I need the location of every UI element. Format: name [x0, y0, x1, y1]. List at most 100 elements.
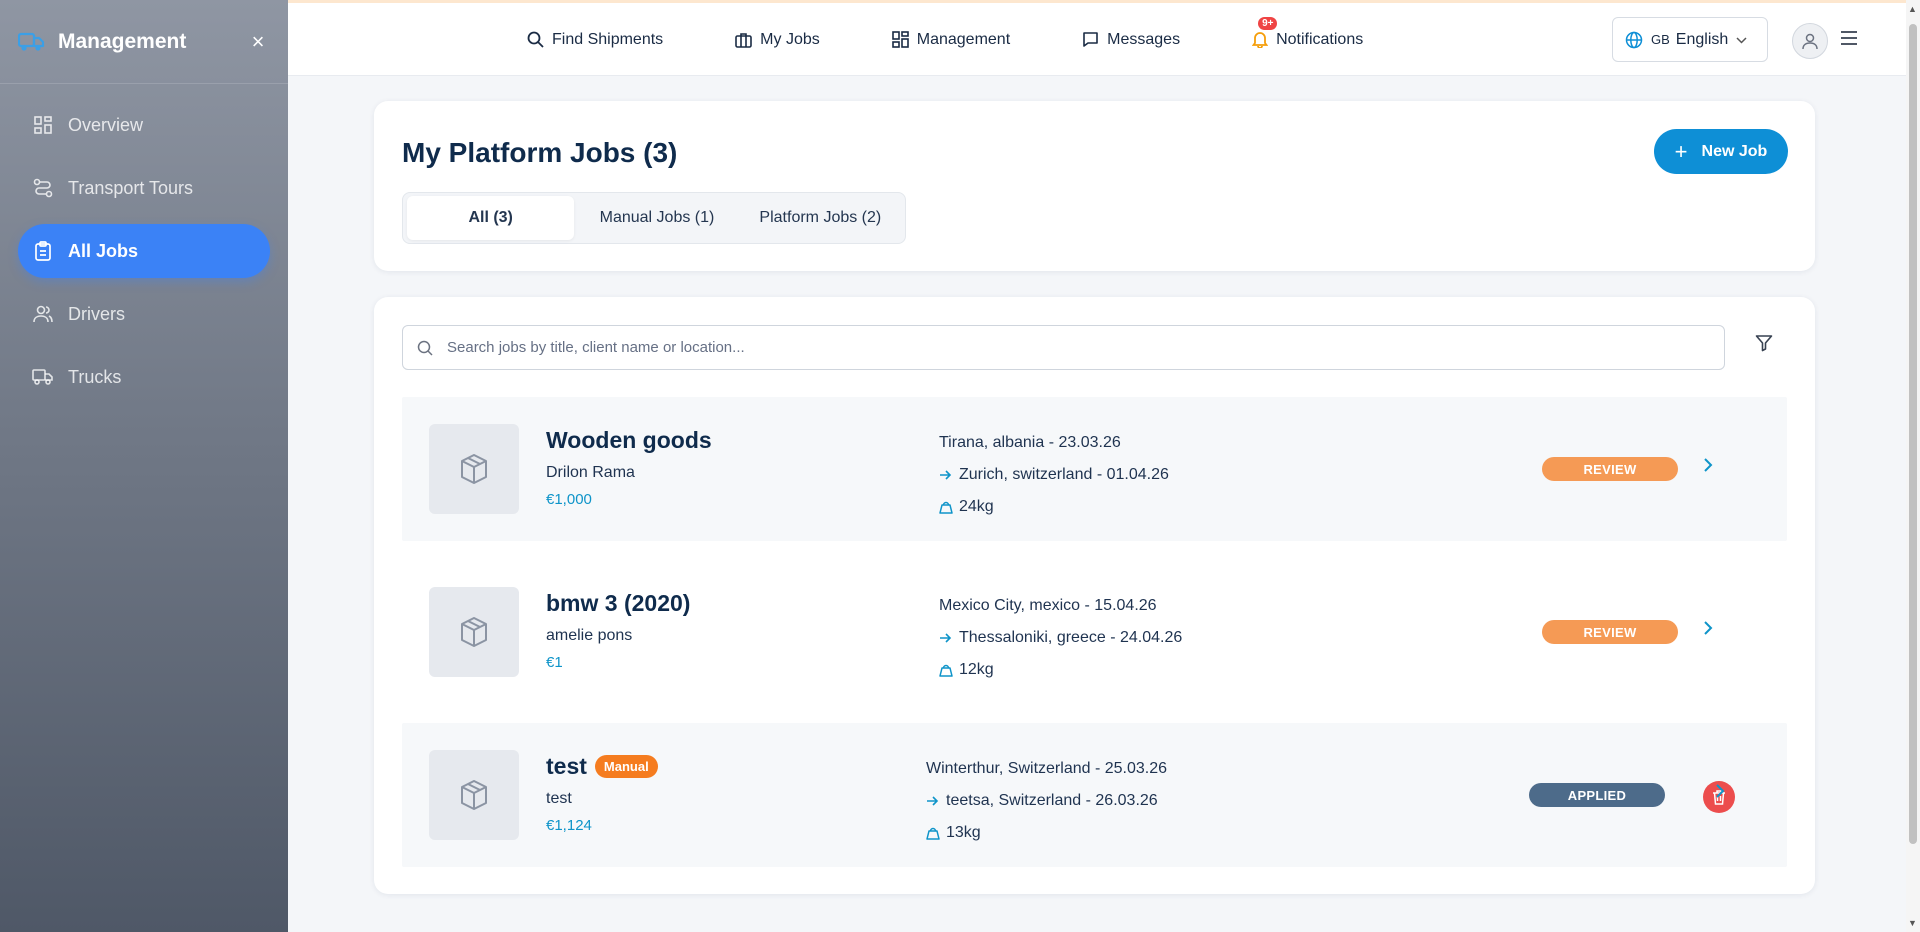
job-title-text: Wooden goods — [546, 427, 712, 453]
sidebar-item-drivers[interactable]: Drivers — [18, 287, 270, 341]
bell-icon — [1252, 32, 1269, 48]
chevron-right-icon[interactable] — [1703, 620, 1713, 641]
new-job-button[interactable]: + New Job — [1654, 129, 1788, 174]
scrollbar[interactable]: ▲ ▼ — [1906, 0, 1920, 932]
route-to: Thessaloniki, greece - 24.04.26 — [959, 629, 1183, 646]
page-title: My Platform Jobs (3) — [402, 137, 678, 168]
route-from: Tirana, albania - 23.03.26 — [939, 434, 1121, 451]
menu-icon[interactable] — [1840, 31, 1860, 47]
top-nav: Find Shipments My Jobs Management Messag… — [527, 3, 1435, 76]
globe-icon — [1625, 31, 1643, 48]
chevron-right-icon[interactable] — [1715, 783, 1725, 804]
language-label: English — [1675, 30, 1729, 48]
weight-icon — [939, 663, 959, 677]
nav-label: Management — [916, 30, 1011, 48]
sidebar-item-transport-tours[interactable]: Transport Tours — [18, 161, 270, 215]
search-input[interactable] — [447, 339, 1647, 356]
truck-logo-icon — [18, 30, 46, 54]
tab-manual-jobs[interactable]: Manual Jobs (1) — [574, 196, 739, 240]
tab-all[interactable]: All (3) — [407, 196, 575, 240]
arrow-right-icon — [926, 795, 946, 807]
status-badge: REVIEW — [1542, 457, 1678, 481]
job-title-text: bmw 3 (2020) — [546, 590, 691, 616]
sidebar-title: Management — [58, 29, 187, 53]
search-box — [402, 325, 1725, 370]
search-icon — [417, 340, 433, 356]
arrow-right-icon — [939, 469, 959, 481]
job-price: €1,000 — [546, 491, 592, 508]
nav-label: Find Shipments — [552, 30, 664, 48]
route-icon — [32, 177, 54, 199]
clipboard-icon — [32, 240, 54, 262]
search-icon — [527, 31, 544, 48]
sidebar-item-label: Transport Tours — [68, 177, 194, 198]
scroll-up-icon[interactable]: ▲ — [1908, 4, 1917, 14]
job-price: €1,124 — [546, 817, 592, 834]
job-client: amelie pons — [546, 627, 633, 644]
top-bar: Find Shipments My Jobs Management Messag… — [288, 0, 1920, 76]
scroll-down-icon[interactable]: ▼ — [1908, 918, 1917, 928]
tab-platform-jobs[interactable]: Platform Jobs (2) — [740, 196, 901, 240]
manual-tag: Manual — [594, 755, 658, 778]
sidebar-item-label: Overview — [68, 114, 144, 135]
route-from: Winterthur, Switzerland - 25.03.26 — [926, 760, 1168, 777]
package-icon — [429, 424, 519, 514]
language-select[interactable]: GB English — [1612, 17, 1768, 62]
sidebar-header: Management × — [0, 0, 288, 84]
job-route: Winterthur, Switzerland - 25.03.26 teets… — [926, 753, 1167, 849]
job-weight: 24kg — [959, 498, 994, 515]
status-badge: APPLIED — [1529, 783, 1665, 807]
job-client: test — [546, 790, 572, 807]
chevron-right-icon[interactable] — [1703, 457, 1713, 478]
job-title: Wooden goods — [546, 427, 712, 454]
weight-icon — [926, 826, 946, 840]
nav-label: Messages — [1107, 30, 1181, 48]
sidebar: Management × Overview Transport Tours Al… — [0, 0, 288, 932]
route-to: teetsa, Switzerland - 26.03.26 — [946, 792, 1158, 809]
route-from: Mexico City, mexico - 15.04.26 — [939, 597, 1157, 614]
package-icon — [429, 587, 519, 677]
sidebar-item-label: Trucks — [68, 366, 122, 387]
truck-icon — [32, 366, 54, 388]
job-price: €1 — [546, 654, 563, 671]
users-icon — [32, 303, 54, 325]
job-title-text: test — [546, 753, 587, 779]
route-to: Zurich, switzerland - 01.04.26 — [959, 466, 1169, 483]
nav-management[interactable]: Management — [891, 30, 1011, 49]
jobs-header-card: My Platform Jobs (3) + New Job All (3) M… — [374, 101, 1815, 271]
nav-find-shipments[interactable]: Find Shipments — [527, 31, 663, 49]
sidebar-item-trucks[interactable]: Trucks — [18, 350, 270, 404]
job-row[interactable]: Wooden goods Drilon Rama €1,000 Tirana, … — [402, 397, 1787, 541]
job-client: Drilon Rama — [546, 464, 635, 481]
nav-my-jobs[interactable]: My Jobs — [735, 31, 820, 49]
job-row[interactable]: bmw 3 (2020) amelie pons €1 Mexico City,… — [402, 560, 1787, 704]
status-badge: REVIEW — [1542, 620, 1678, 644]
notification-badge: 9+ — [1258, 16, 1278, 30]
sidebar-item-overview[interactable]: Overview — [18, 98, 270, 152]
job-row[interactable]: test Manual test €1,124 Winterthur, Swit… — [402, 723, 1787, 867]
grid-icon — [32, 114, 54, 136]
chevron-down-icon — [1736, 33, 1747, 47]
nav-label: Notifications — [1276, 30, 1364, 48]
close-icon[interactable]: × — [246, 29, 270, 55]
scrollbar-thumb[interactable] — [1909, 24, 1917, 844]
job-weight: 12kg — [959, 661, 994, 678]
job-weight: 13kg — [946, 824, 981, 841]
sidebar-nav: Overview Transport Tours All Jobs Driver… — [0, 84, 288, 404]
weight-icon — [939, 500, 959, 514]
nav-messages[interactable]: Messages — [1082, 31, 1180, 49]
arrow-right-icon — [939, 632, 959, 644]
sidebar-item-label: Drivers — [68, 303, 125, 324]
sidebar-item-all-jobs[interactable]: All Jobs — [18, 224, 270, 278]
plus-icon: + — [1674, 138, 1688, 164]
flag-code: GB — [1651, 32, 1670, 47]
message-icon — [1083, 32, 1098, 47]
user-icon — [1802, 33, 1818, 50]
filter-icon[interactable] — [1755, 334, 1773, 357]
nav-notifications[interactable]: 9+ Notifications — [1252, 16, 1364, 49]
job-route: Mexico City, mexico - 15.04.26 Thessalon… — [939, 590, 1182, 686]
avatar[interactable] — [1792, 23, 1828, 59]
new-job-label: New Job — [1701, 142, 1768, 160]
job-tabs: All (3) Manual Jobs (1) Platform Jobs (2… — [402, 192, 906, 244]
briefcase-icon — [735, 32, 752, 48]
